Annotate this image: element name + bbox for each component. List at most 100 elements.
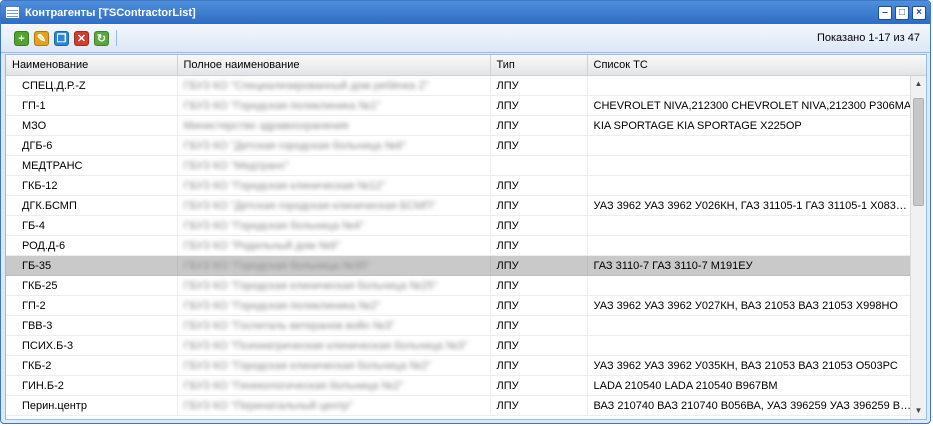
table-row[interactable]: ГП-2 ГБУЗ КО "Городская поликлиника №2" ЛП… [6, 295, 913, 316]
vertical-scrollbar[interactable]: ▲ ▼ [910, 76, 926, 419]
cell-vehicles [587, 315, 913, 336]
table-row[interactable]: РОД.Д-6 ГБУЗ КО "Родильный дом №6" ЛПУ [6, 235, 913, 256]
cell-type: ЛПУ [490, 195, 588, 216]
cell-type [490, 155, 588, 176]
edit-icon[interactable]: ✎ [34, 30, 49, 46]
blurred-text: ГБУЗ КО "Детская городская больница №6" [183, 139, 407, 152]
cell-vehicles: KIA SPORTAGE KIA SPORTAGE Х225ОР [587, 115, 913, 136]
cell-name: ГИН.Б-2 [6, 375, 178, 396]
cell-name: ГБ-35 [6, 255, 178, 276]
cell-full-name: ГБУЗ КО "Городская больница №4" [177, 215, 491, 236]
toolbar: + ✎ ❐ ✕ ↻ Показано 1-17 из 47 [1, 24, 930, 53]
blurred-text: ГБУЗ КО "Родильный дом №6" [183, 239, 341, 252]
cell-vehicles: УАЗ 3962 УАЗ 3962 У027КН, ВАЗ 21053 ВАЗ … [587, 295, 913, 316]
cell-type: ЛПУ [490, 175, 588, 196]
cell-full-name: ГБУЗ КО "Специализированный дом ребёнка … [177, 75, 491, 96]
scroll-down-icon[interactable]: ▼ [911, 403, 926, 419]
cell-full-name: ГБУЗ КО "Городская клиническая больница … [177, 275, 491, 296]
cell-type: ЛПУ [490, 335, 588, 356]
maximize-icon[interactable]: □ [895, 5, 909, 20]
blurred-text: ГБУЗ КО "Городская клиническая больница … [183, 279, 438, 292]
cell-full-name: ГБУЗ КО "Психиатрическая клиническая бол… [177, 335, 491, 356]
table-row[interactable]: МЕДТРАНС ГБУЗ КО "Медтранс" [6, 155, 913, 176]
cell-type: ЛПУ [490, 355, 588, 376]
refresh-icon[interactable]: ↻ [94, 30, 109, 46]
cell-name: ГБ-4 [6, 215, 178, 236]
cell-name: МЕДТРАНС [6, 155, 178, 176]
cell-full-name: ГБУЗ КО "Медтранс" [177, 155, 491, 176]
cell-name: ПСИХ.Б-3 [6, 335, 178, 356]
table-row[interactable]: МЗО Министерство здравоохранения ЛПУ KIA SP… [6, 115, 913, 136]
cell-name: ГВВ-3 [6, 315, 178, 336]
cell-full-name: ГБУЗ КО "Городская клиническая больница … [177, 355, 491, 376]
table-row[interactable]: ГКБ-2 ГБУЗ КО "Городская клиническая боль… [6, 355, 913, 376]
blurred-text: ГБУЗ КО "Городская больница №35" [183, 259, 371, 272]
cell-full-name: ГБУЗ КО "Городская поликлиника №2" [177, 295, 491, 316]
blurred-text: ГБУЗ КО "Психиатрическая клиническая бол… [183, 339, 468, 352]
column-header-vehicles[interactable]: Список ТС [587, 55, 913, 76]
cell-full-name: ГБУЗ КО "Перинатальный центр" [177, 395, 491, 416]
blurred-text: ГБУЗ КО "Медтранс" [183, 159, 290, 172]
cell-full-name: ГБУЗ КО "Родильный дом №6" [177, 235, 491, 256]
cell-type: ЛПУ [490, 275, 588, 296]
table-row[interactable]: ДГБ-6 ГБУЗ КО "Детская городская больница… [6, 135, 913, 156]
cell-type: ЛПУ [490, 255, 588, 276]
cell-name: ГП-2 [6, 295, 178, 316]
cell-vehicles: ГАЗ 3110-7 ГАЗ 3110-7 М191ЕУ [587, 255, 913, 276]
table-row[interactable]: ГВВ-3 ГБУЗ КО "Госпиталь ветеранов войн №… [6, 315, 913, 336]
cell-vehicles: CHEVROLET NIVA,212300 CHEVROLET NIVA,212… [587, 95, 913, 116]
contractors-grid[interactable]: Наименование Полное наименование Тип Спи… [5, 54, 927, 420]
cell-type: ЛПУ [490, 395, 588, 416]
cell-name: ГКБ-12 [6, 175, 178, 196]
table-row[interactable]: ГКБ-25 ГБУЗ КО "Городская клиническая бол… [6, 275, 913, 296]
cell-full-name: ГБУЗ КО "Городская поликлиника №1" [177, 95, 491, 116]
cell-vehicles: УАЗ 3962 УАЗ 3962 У026КН, ГАЗ 31105-1 ГА… [587, 195, 913, 216]
cell-vehicles [587, 235, 913, 256]
blurred-text: ГБУЗ КО "Специализированный дом ребёнка … [183, 79, 429, 92]
cell-full-name: ГБУЗ КО "Гинекологическая больница №2" [177, 375, 491, 396]
cell-type: ЛПУ [490, 235, 588, 256]
cell-full-name: Министерство здравоохранения [177, 115, 491, 136]
column-header-full-name[interactable]: Полное наименование [177, 55, 491, 76]
blurred-text: ГБУЗ КО "Перинатальный центр" [183, 399, 353, 412]
table-row[interactable]: ГБ-35 ГБУЗ КО "Городская больница №35" ЛПУ… [6, 255, 913, 276]
table-row[interactable]: ГП-1 ГБУЗ КО "Городская поликлиника №1" ЛП… [6, 95, 913, 116]
column-header-type[interactable]: Тип [490, 55, 588, 76]
cell-type: ЛПУ [490, 135, 588, 156]
cell-name: ГКБ-2 [6, 355, 178, 376]
table-row[interactable]: ПСИХ.Б-3 ГБУЗ КО "Психиатрическая клиниче… [6, 335, 913, 356]
cell-type: ЛПУ [490, 115, 588, 136]
delete-icon[interactable]: ✕ [74, 30, 89, 46]
cell-vehicles [587, 335, 913, 356]
cell-name: РОД.Д-6 [6, 235, 178, 256]
scrollbar-thumb[interactable] [913, 98, 924, 206]
toolbar-separator [116, 30, 117, 46]
cell-type: ЛПУ [490, 215, 588, 236]
table-row[interactable]: СПЕЦ.Д.Р.-Z ГБУЗ КО "Специализированный д… [6, 75, 913, 96]
cell-name: ГКБ-25 [6, 275, 178, 296]
cell-name: ДГБ-6 [6, 135, 178, 156]
minimize-icon[interactable]: – [878, 5, 892, 20]
close-icon[interactable]: × [912, 5, 926, 20]
cell-name: ДГК.БСМП [6, 195, 178, 216]
blurred-text: Министерство здравоохранения [183, 119, 349, 132]
cell-type: ЛПУ [490, 315, 588, 336]
column-header-name[interactable]: Наименование [6, 55, 178, 76]
blurred-text: ГБУЗ КО "Городская поликлиника №1" [183, 99, 381, 112]
cell-type: ЛПУ [490, 375, 588, 396]
table-row[interactable]: ГИН.Б-2 ГБУЗ КО "Гинекологическая больниц… [6, 375, 913, 396]
copy-icon[interactable]: ❐ [54, 30, 69, 46]
cell-vehicles: ВАЗ 210740 ВАЗ 210740 В056ВА, УАЗ 396259… [587, 395, 913, 416]
cell-full-name: ГБУЗ КО "Госпиталь ветеранов войн №3" [177, 315, 491, 336]
table-row[interactable]: ДГК.БСМП ГБУЗ КО "Детская городская клини… [6, 195, 913, 216]
cell-name: СПЕЦ.Д.Р.-Z [6, 75, 178, 96]
add-icon[interactable]: + [14, 30, 29, 46]
blurred-text: ГБУЗ КО "Детская городская клиническая Б… [183, 199, 436, 212]
table-row[interactable]: ГКБ-12 ГБУЗ КО "Городская клиническая №12… [6, 175, 913, 196]
window-titlebar[interactable]: Контрагенты [TSContractorList] – □ × [1, 1, 930, 24]
scroll-up-icon[interactable]: ▲ [911, 76, 926, 92]
cell-full-name: ГБУЗ КО "Городская больница №35" [177, 255, 491, 276]
table-row[interactable]: Перин.центр ГБУЗ КО "Перинатальный центр"… [6, 395, 913, 416]
cell-vehicles: LADA 210540 LADA 210540 В967ВМ [587, 375, 913, 396]
table-row[interactable]: ГБ-4 ГБУЗ КО "Городская больница №4" ЛПУ [6, 215, 913, 236]
